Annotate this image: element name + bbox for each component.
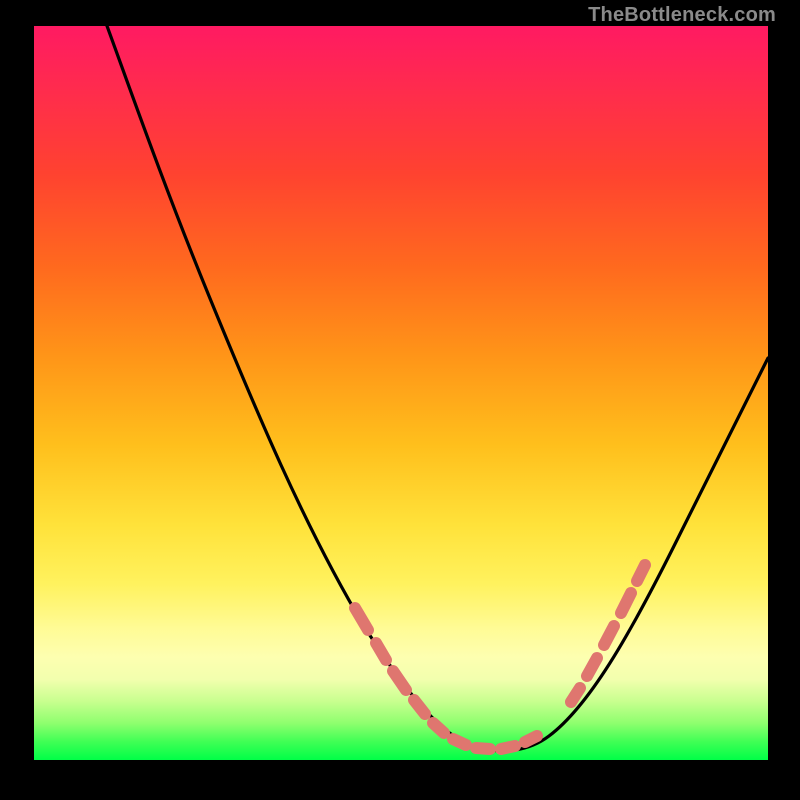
- curve-layer: [34, 26, 768, 760]
- highlight-segments: [355, 565, 645, 749]
- watermark-text: TheBottleneck.com: [588, 4, 776, 27]
- main-curve: [107, 26, 768, 751]
- chart-frame: TheBottleneck.com: [0, 0, 800, 800]
